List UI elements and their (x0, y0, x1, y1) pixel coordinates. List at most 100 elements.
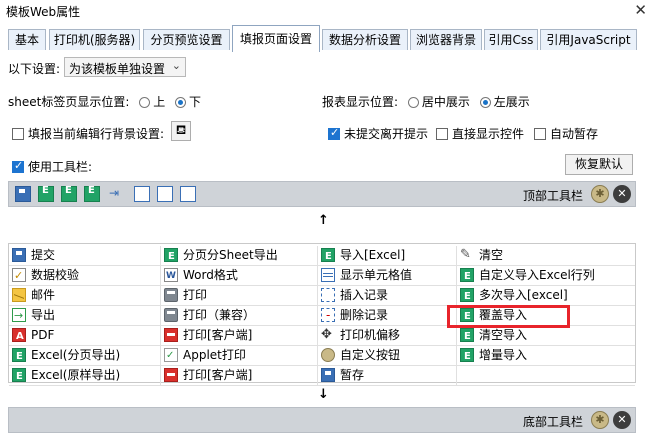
grid-button-label: 邮件 (31, 288, 56, 302)
blank-icon[interactable] (180, 186, 196, 202)
insert-icon (321, 288, 335, 302)
grid-button-print-client[interactable]: 打印[客户端] (161, 326, 318, 346)
restore-default-button[interactable]: 恢复默认 (565, 154, 633, 175)
grid-button-printer-offset[interactable]: 打印机偏移 (318, 326, 457, 346)
grid-button-excel-original[interactable]: Excel(原样导出) (9, 366, 161, 386)
close-toolbar-icon[interactable]: ✕ (613, 185, 631, 203)
report-center-radio[interactable] (407, 97, 419, 108)
chevron-down-icon: ⌄ (171, 59, 181, 72)
grid-button-submit[interactable]: 提交 (9, 246, 161, 266)
grid-button-delete-record[interactable]: 删除记录 (318, 306, 457, 326)
excel-icon[interactable] (38, 185, 54, 202)
paint-bucket-icon[interactable]: ⛾ (171, 121, 191, 141)
blank-icon[interactable] (134, 186, 150, 202)
highlight-box (447, 305, 570, 328)
grid-button-label: 数据校验 (31, 268, 80, 282)
grid-button-print-compat[interactable]: 打印（兼容） (161, 306, 318, 326)
export-icon (12, 306, 26, 325)
grid-button-print-client-2[interactable]: 打印[客户端] (161, 366, 318, 386)
grid-button-incremental-import[interactable]: 增量导入 (457, 346, 635, 366)
grid-button-label: 打印[客户端] (183, 328, 253, 342)
print-icon (164, 308, 178, 322)
window-title: 模板Web属性 (6, 5, 81, 19)
grid-button-label: PDF (31, 328, 55, 342)
report-left-radio[interactable] (479, 97, 491, 108)
clear-icon (460, 246, 474, 264)
blank-icon[interactable] (157, 186, 173, 202)
sheet-position-row: sheet标签页显示位置: 上 下 (8, 93, 201, 110)
grid-button-draft[interactable]: 暂存 (318, 366, 457, 386)
bottom-toolbar: 底部工具栏 ✱ ✕ (8, 407, 636, 433)
grid-button-print[interactable]: 打印 (161, 286, 318, 306)
tab-fill-page[interactable]: 填报页面设置 (232, 25, 320, 52)
grid-button-clear-import[interactable]: 清空导入 (457, 326, 635, 346)
grid-button-label: 删除记录 (340, 308, 389, 322)
delete-icon (321, 306, 335, 325)
grid-button-label: 打印 (183, 288, 208, 302)
move-down-icon[interactable]: ↓ (318, 387, 329, 402)
use-toolbar-label: 使用工具栏: (28, 160, 93, 174)
tab-page-preview[interactable]: 分页预览设置 (143, 29, 230, 50)
tab-printer[interactable]: 打印机(服务器) (49, 29, 140, 50)
draft-icon (321, 368, 335, 382)
grid-button-validate[interactable]: 数据校验 (9, 266, 161, 286)
direct-show-checkbox[interactable] (436, 128, 448, 140)
grid-button-excel-paged[interactable]: Excel(分页导出) (9, 346, 161, 366)
grid-button-custom-import[interactable]: 自定义导入Excel行列 (457, 266, 635, 286)
grid-button-export[interactable]: 导出 (9, 306, 161, 326)
sheet-position-down-label: 下 (189, 95, 202, 109)
grid-button-label: Excel(分页导出) (31, 348, 121, 362)
sheet-position-up-label: 上 (153, 95, 166, 109)
tab-basic[interactable]: 基本 (8, 29, 46, 50)
grid-button-label: 显示单元格值 (340, 268, 413, 282)
direct-show-label: 直接显示控件 (452, 127, 525, 141)
grid-button-pdf[interactable]: PDF (9, 326, 161, 346)
report-position-row: 报表显示位置: 居中展示 左展示 (322, 93, 530, 110)
insert-icon[interactable]: ⇥ (109, 186, 125, 202)
close-icon[interactable]: ✕ (634, 1, 647, 19)
excel-icon (460, 287, 474, 305)
row-bg-row: 填报当前编辑行背景设置: (12, 125, 164, 142)
close-toolbar-icon[interactable]: ✕ (613, 411, 631, 429)
grid-button-mail[interactable]: 邮件 (9, 286, 161, 306)
unsubmitted-row: 未提交离开提示 (328, 125, 428, 142)
report-center-label: 居中展示 (421, 95, 470, 109)
grid-button-sheet-export[interactable]: 分页分Sheet导出 (161, 246, 318, 266)
tab-css[interactable]: 引用Css (484, 29, 538, 50)
report-position-label: 报表显示位置: (322, 95, 399, 109)
grid-button-insert-record[interactable]: 插入记录 (318, 286, 457, 306)
tab-data-analysis[interactable]: 数据分析设置 (322, 29, 408, 50)
unsubmitted-label: 未提交离开提示 (344, 127, 429, 141)
excel-icon[interactable] (61, 185, 77, 202)
row-bg-checkbox[interactable] (12, 128, 24, 140)
excel-icon (321, 247, 335, 265)
print-icon (164, 288, 178, 302)
unsubmitted-checkbox[interactable] (328, 126, 340, 140)
use-toolbar-checkbox[interactable] (12, 159, 24, 173)
save-icon (12, 248, 26, 262)
auto-save-checkbox[interactable] (534, 128, 546, 140)
excel-icon[interactable] (84, 185, 100, 202)
grid-button-show-cell-value[interactable]: 显示单元格值 (318, 266, 457, 286)
excel-icon (460, 267, 474, 285)
grid-button-multi-import[interactable]: 多次导入[excel] (457, 286, 635, 306)
excel-icon (460, 327, 474, 345)
grid-button-label: Word格式 (183, 268, 238, 282)
gear-icon[interactable]: ✱ (591, 411, 609, 429)
tab-browser-bg[interactable]: 浏览器背景 (410, 29, 482, 50)
print-red-icon (164, 328, 178, 342)
grid-button-word[interactable]: Word格式 (161, 266, 318, 286)
gear-icon[interactable]: ✱ (591, 185, 609, 203)
grid-button-import-excel[interactable]: 导入[Excel] (318, 246, 457, 266)
tab-javascript[interactable]: 引用JavaScript (540, 29, 637, 50)
save-icon[interactable] (15, 186, 31, 202)
grid-button-custom[interactable]: 自定义按钮 (318, 346, 457, 366)
grid-button-clear[interactable]: 清空 (457, 246, 635, 266)
scope-select[interactable]: 为该模板单独设置 ⌄ (64, 57, 186, 77)
grid-empty-cell (457, 366, 635, 386)
sheet-position-up-radio[interactable] (139, 97, 151, 108)
sheet-position-down-radio[interactable] (175, 97, 187, 108)
grid-button-applet-print[interactable]: Applet打印 (161, 346, 318, 366)
move-up-icon[interactable]: ↑ (318, 213, 329, 228)
applet-icon (164, 346, 178, 365)
